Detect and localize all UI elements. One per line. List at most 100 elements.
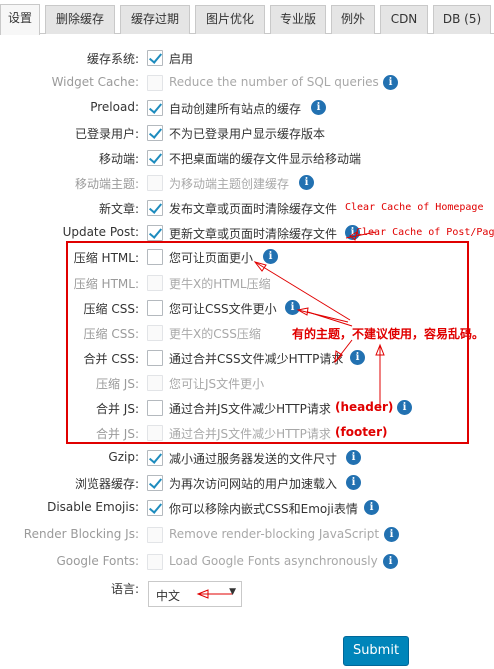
setting-row-google-fonts: Google Fonts: Load Google Fonts asynchro… bbox=[0, 552, 494, 574]
info-icon[interactable]: i bbox=[350, 350, 365, 365]
language-label: 语言: bbox=[110, 582, 139, 596]
setting-description: 更牛X的CSS压缩 bbox=[169, 327, 261, 341]
combine-js-footer-checkbox[interactable] bbox=[147, 425, 163, 441]
chevron-down-icon: ▼ bbox=[229, 587, 236, 597]
info-icon[interactable]: i bbox=[346, 450, 361, 465]
gzip-checkbox[interactable] bbox=[147, 450, 163, 466]
setting-row-new-post: 新文章: 发布文章或页面时清除缓存文件 Clear Cache of Homep… bbox=[0, 198, 494, 220]
setting-description: 您可让JS文件更小 bbox=[169, 377, 265, 391]
setting-label: 浏览器缓存: bbox=[74, 477, 139, 491]
tab-image-optimization[interactable]: 图片优化 bbox=[195, 5, 265, 34]
setting-label: Render Blocking Js: bbox=[23, 527, 139, 541]
minify-css-checkbox[interactable] bbox=[147, 300, 163, 316]
setting-label: 移动端主题: bbox=[74, 177, 139, 191]
setting-label: 已登录用户: bbox=[74, 127, 139, 141]
tab-delete-cache[interactable]: 删除缓存 bbox=[45, 5, 115, 34]
annotation-clear-homepage: Clear Cache of Homepage bbox=[345, 202, 484, 213]
setting-row-disable-emojis: Disable Emojis: 你可以移除内嵌式CSS和Emoji表情 i bbox=[0, 498, 494, 520]
setting-description: 为再次访问网站的用户加速载入 bbox=[169, 477, 338, 491]
info-icon[interactable]: i bbox=[299, 175, 314, 190]
info-icon[interactable]: i bbox=[285, 300, 300, 315]
setting-label: 合并 JS: bbox=[95, 427, 139, 441]
info-icon[interactable]: i bbox=[364, 500, 379, 515]
tab-cdn[interactable]: CDN bbox=[380, 5, 428, 34]
language-select[interactable]: 中文 ▼ bbox=[148, 581, 242, 607]
info-icon[interactable]: i bbox=[383, 75, 398, 90]
google-fonts-checkbox[interactable] bbox=[147, 554, 163, 570]
cache-system-checkbox[interactable] bbox=[147, 50, 163, 66]
setting-label: Disable Emojis: bbox=[47, 500, 139, 514]
language-selected-value: 中文 bbox=[156, 589, 181, 603]
minify-html-checkbox[interactable] bbox=[147, 249, 163, 265]
combine-js-header-checkbox[interactable] bbox=[147, 400, 163, 416]
minify-css-plus-checkbox[interactable] bbox=[147, 325, 163, 341]
setting-label: Widget Cache: bbox=[51, 75, 139, 89]
tab-exclude[interactable]: 例外 bbox=[331, 5, 375, 34]
setting-description: 减小通过服务器发送的文件尺寸 bbox=[169, 452, 338, 466]
setting-description: 启用 bbox=[169, 52, 194, 66]
setting-description: 更牛X的HTML压缩 bbox=[169, 277, 271, 291]
setting-label: 压缩 HTML: bbox=[73, 277, 139, 291]
update-post-checkbox[interactable] bbox=[147, 225, 163, 241]
setting-description: 通过合并CSS文件减少HTTP请求 bbox=[169, 352, 344, 366]
setting-row-gzip: Gzip: 减小通过服务器发送的文件尺寸 i bbox=[0, 448, 494, 470]
setting-label: Preload: bbox=[90, 100, 139, 114]
info-icon[interactable]: i bbox=[384, 527, 399, 542]
info-icon[interactable]: i bbox=[397, 400, 412, 415]
minify-js-checkbox[interactable] bbox=[147, 375, 163, 391]
setting-label: Google Fonts: bbox=[56, 554, 139, 568]
mobile-checkbox[interactable] bbox=[147, 150, 163, 166]
mobile-theme-checkbox[interactable] bbox=[147, 175, 163, 191]
setting-row-combine-js-header: 合并 JS: 通过合并JS文件减少HTTP请求 (header) i bbox=[0, 398, 494, 420]
setting-row-mobile-theme: 移动端主题: 为移动端主题创建缓存 i bbox=[0, 173, 494, 195]
setting-label: 移动端: bbox=[98, 152, 139, 166]
info-icon[interactable]: i bbox=[311, 100, 326, 115]
preload-checkbox[interactable] bbox=[147, 100, 163, 116]
new-post-checkbox[interactable] bbox=[147, 200, 163, 216]
widget-cache-checkbox[interactable] bbox=[147, 75, 163, 91]
tab-premium[interactable]: 专业版 bbox=[270, 5, 326, 34]
setting-label: 压缩 CSS: bbox=[83, 302, 139, 316]
setting-description: 不为已登录用户显示缓存版本 bbox=[169, 127, 326, 141]
setting-description: 为移动端主题创建缓存 bbox=[169, 177, 290, 191]
browser-cache-checkbox[interactable] bbox=[147, 475, 163, 491]
info-icon[interactable]: i bbox=[263, 249, 278, 264]
setting-row-logged-in-users: 已登录用户: 不为已登录用户显示缓存版本 bbox=[0, 123, 494, 145]
setting-row-combine-css: 合并 CSS: 通过合并CSS文件减少HTTP请求 i bbox=[0, 348, 494, 370]
setting-row-minify-js: 压缩 JS: 您可让JS文件更小 bbox=[0, 373, 494, 395]
setting-label: 压缩 CSS: bbox=[83, 327, 139, 341]
tab-cache-timeout[interactable]: 缓存过期 bbox=[120, 5, 190, 34]
tab-db[interactable]: DB (5) bbox=[433, 5, 491, 34]
setting-description: 你可以移除内嵌式CSS和Emoji表情 bbox=[169, 502, 358, 516]
setting-label: 合并 JS: bbox=[95, 402, 139, 416]
setting-description: 发布文章或页面时清除缓存文件 bbox=[169, 202, 338, 216]
setting-label: Update Post: bbox=[62, 225, 139, 239]
logged-in-users-checkbox[interactable] bbox=[147, 125, 163, 141]
setting-row-language: 语言: bbox=[0, 578, 494, 600]
info-icon[interactable]: i bbox=[346, 475, 361, 490]
setting-row-mobile: 移动端: 不把桌面端的缓存文件显示给移动端 bbox=[0, 148, 494, 170]
setting-description: Remove render-blocking JavaScript bbox=[169, 527, 380, 541]
setting-row-minify-html: 压缩 HTML: 您可让页面更小 i bbox=[0, 247, 494, 269]
annotation-footer: (footer) bbox=[335, 425, 388, 439]
setting-label: 压缩 HTML: bbox=[73, 251, 139, 265]
submit-button[interactable]: Submit bbox=[343, 636, 409, 666]
annotation-clear-post: Clear Cache of Post/Pag bbox=[356, 227, 494, 238]
combine-css-checkbox[interactable] bbox=[147, 350, 163, 366]
setting-row-preload: Preload: 自动创建所有站点的缓存 i bbox=[0, 98, 494, 120]
setting-label: 合并 CSS: bbox=[83, 352, 139, 366]
setting-description: 更新文章或页面时清除缓存文件 bbox=[169, 227, 338, 241]
render-blocking-js-checkbox[interactable] bbox=[147, 527, 163, 543]
annotation-header: (header) bbox=[335, 400, 394, 414]
tab-bar: 设置 删除缓存 缓存过期 图片优化 专业版 例外 CDN DB (5) bbox=[0, 0, 494, 35]
tab-settings[interactable]: 设置 bbox=[0, 4, 40, 35]
disable-emojis-checkbox[interactable] bbox=[147, 500, 163, 516]
setting-description: Reduce the number of SQL queries bbox=[169, 75, 379, 89]
setting-label: 缓存系统: bbox=[86, 52, 139, 66]
setting-label: 新文章: bbox=[98, 202, 139, 216]
setting-row-minify-css: 压缩 CSS: 您可让CSS文件更小 i bbox=[0, 298, 494, 320]
minify-html-plus-checkbox[interactable] bbox=[147, 275, 163, 291]
setting-label: 压缩 JS: bbox=[95, 377, 139, 391]
info-icon[interactable]: i bbox=[383, 554, 398, 569]
setting-description: Load Google Fonts asynchronously bbox=[169, 554, 378, 568]
